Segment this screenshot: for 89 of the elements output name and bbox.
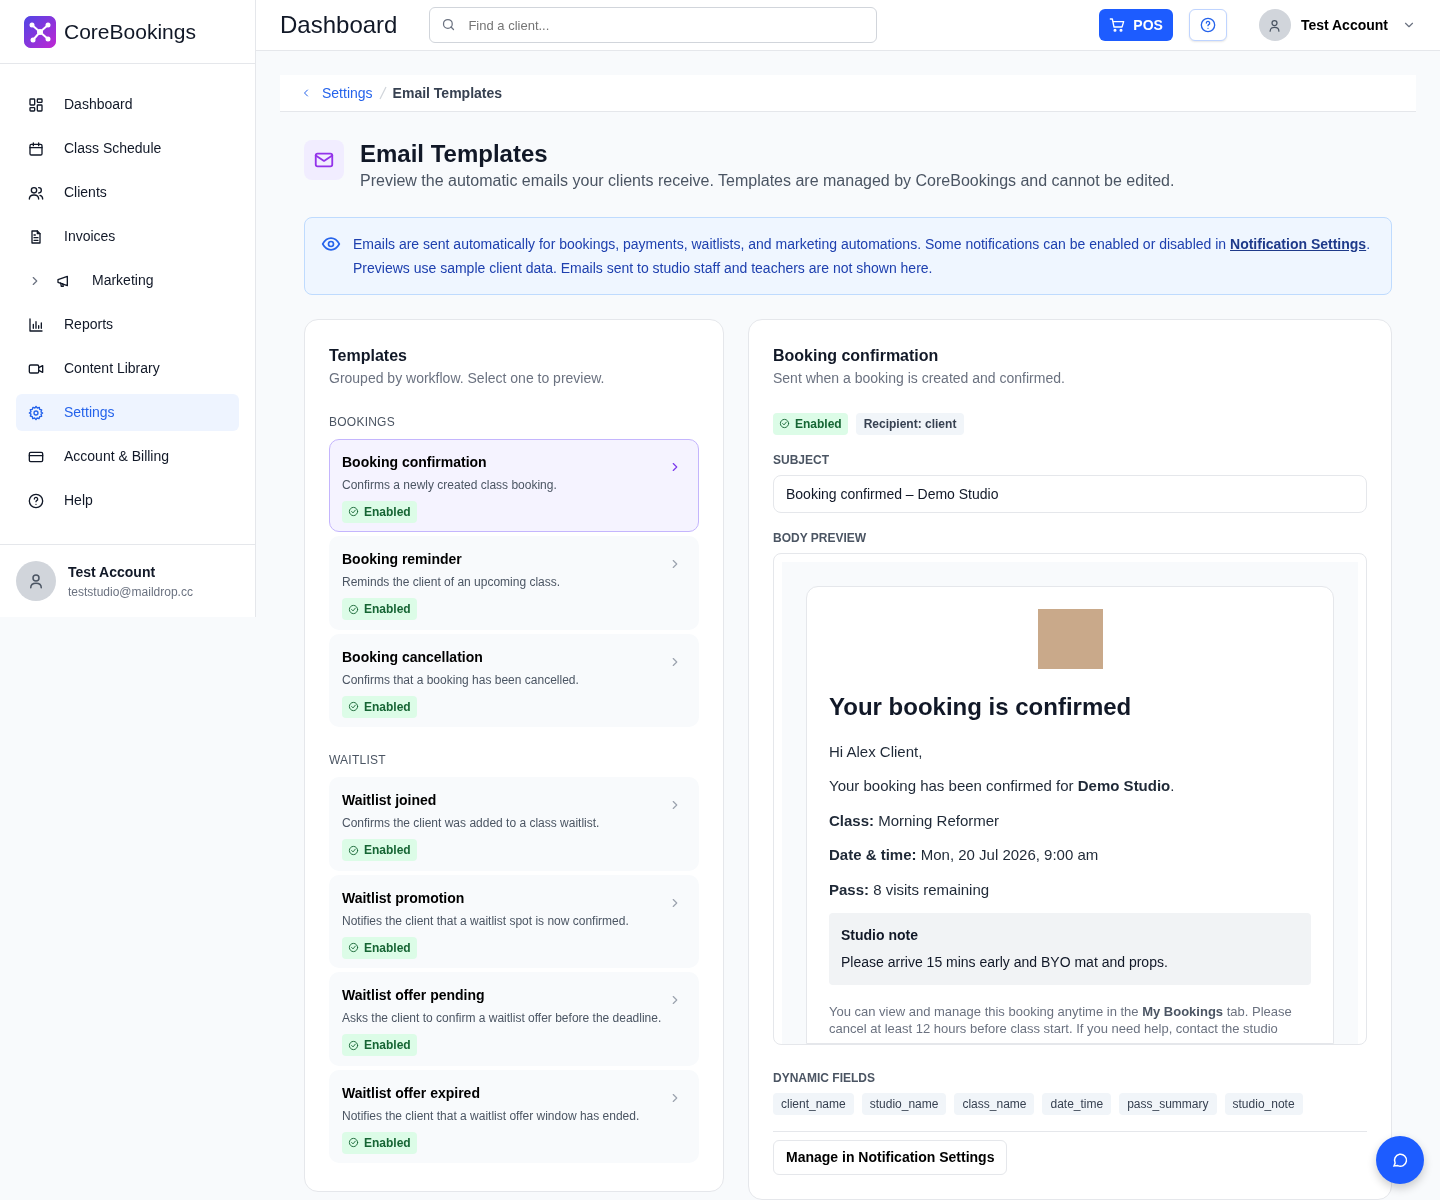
panel-title: Booking confirmation <box>773 345 940 366</box>
search-field[interactable]: Find a client... <box>429 7 878 44</box>
check-circle-icon <box>348 506 359 517</box>
status-badge: Enabled <box>773 412 848 435</box>
sidebar-item[interactable]: Reports <box>16 306 239 343</box>
email-text: Date & time: Mon, 20 Jul 2026, 9:00 am <box>829 845 1100 865</box>
page-subtitle: Preview the automatic emails your clients receive. Templates are managed by CoreBookings and cannot be edited. <box>360 170 1175 191</box>
panel-subtitle: Grouped by workflow. Select one to preview. <box>329 368 606 388</box>
help-icon <box>1199 17 1216 34</box>
note-title: Studio note <box>841 926 919 945</box>
help-icon <box>28 492 44 509</box>
template-item[interactable]: Waitlist offer pending Asks the client to confirm a waitlist offer before the deadline. Enabled <box>329 972 699 1066</box>
photo-placeholder <box>1037 608 1103 669</box>
recipient-tag: Recipient: client <box>855 412 965 435</box>
email-text: Pass: 8 visits remaining <box>829 879 991 900</box>
email-heading: Your booking is confirmed <box>829 691 1133 722</box>
sidebar-item[interactable]: Dashboard <box>16 86 239 123</box>
group-label: BOOKINGS <box>329 413 396 431</box>
template-item[interactable]: Waitlist joined Confirms the client was added to a class waitlist. Enabled <box>329 777 699 871</box>
breadcrumb-separator-icon <box>378 86 387 101</box>
template-item[interactable]: Waitlist promotion Notifies the client that a waitlist spot is now confirmed. Enabled <box>329 874 699 968</box>
status-badge: Enabled <box>342 598 417 620</box>
grid-icon <box>28 96 44 113</box>
cart-icon <box>1109 17 1126 34</box>
field-tag: studio_note <box>1224 1093 1303 1115</box>
status-badge: Enabled <box>342 1034 417 1056</box>
check-circle-icon <box>348 701 359 712</box>
group-label: WAITLIST <box>329 752 387 769</box>
status-badge: Enabled <box>342 500 417 523</box>
sidebar-item[interactable]: Marketing <box>16 262 239 299</box>
field-tag: pass_summary <box>1119 1093 1217 1115</box>
field-label: BODY PREVIEW <box>773 529 868 547</box>
brand-name: CoreBookings <box>64 18 196 45</box>
chat-button[interactable] <box>1376 1136 1424 1184</box>
check-circle-icon <box>348 603 359 615</box>
user-email: teststudio@maildrop.cc <box>68 583 193 601</box>
email-text: Class: Morning Reformer <box>829 810 1001 831</box>
note-text: Please arrive 15 mins early and BYO mat and props. <box>841 953 1169 972</box>
template-item[interactable]: Waitlist offer expired Notifies the client that a waitlist offer window has ended. Enabled <box>329 1069 699 1163</box>
settings-icon <box>28 404 44 421</box>
sidebar-item[interactable]: Content Library <box>16 350 239 387</box>
breadcrumb-current: Email Templates <box>392 83 503 103</box>
sidebar-item[interactable]: Invoices <box>16 218 239 255</box>
template-item[interactable]: Booking reminder Reminds the client of an upcoming class. Enabled <box>329 536 699 630</box>
status-badge: Enabled <box>342 936 417 959</box>
info-text: Emails are sent automatically for bookings, payments, waitlists, and marketing automations. Some notifications can be enabled or disabled in Notification Settings. Previews use sample client data. Emails sent to studio staff and teachers are not shown here. <box>353 234 1372 278</box>
field-label: DYNAMIC FIELDS <box>773 1070 876 1087</box>
status-badge: Enabled <box>342 839 417 861</box>
email-text: Your booking has been confirmed for Demo Studio. <box>829 776 1176 796</box>
sidebar-item[interactable]: Help <box>16 482 239 519</box>
breadcrumb-link[interactable]: Settings <box>322 82 373 104</box>
status-badge: Enabled <box>342 695 417 718</box>
check-circle-icon <box>348 1039 359 1051</box>
panel-subtitle: Sent when a booking is created and confirmed. <box>773 368 1066 388</box>
account-menu[interactable]: Test Account <box>1258 9 1416 42</box>
email-footer-text: You can view and manage this booking anytime in the My Bookings tab. Please cancel at least 12 hours before class start. If you need help, contact the studio <box>829 1003 1293 1037</box>
check-circle-icon <box>348 844 359 856</box>
panel-title: Templates <box>329 345 408 366</box>
bar-chart-icon <box>28 316 44 333</box>
chat-icon <box>1391 1151 1409 1169</box>
field-tag: client_name <box>773 1093 854 1115</box>
users-icon <box>28 184 44 201</box>
subject-field[interactable]: Booking confirmed – Demo Studio <box>773 474 1367 513</box>
sidebar-item[interactable]: Clients <box>16 174 239 211</box>
sidebar-item[interactable]: Class Schedule <box>16 130 239 167</box>
user-icon <box>27 572 45 590</box>
document-icon <box>28 228 44 245</box>
logo-icon <box>24 15 56 48</box>
page-title: Email Templates <box>360 139 549 169</box>
status-badge: Enabled <box>342 1131 417 1154</box>
field-tag: date_time <box>1042 1093 1112 1115</box>
template-item[interactable]: Booking confirmation Confirms a newly created class booking. Enabled <box>329 438 699 532</box>
calendar-icon <box>28 140 44 157</box>
page-heading: Dashboard <box>280 10 398 40</box>
user-name: Test Account <box>68 562 157 582</box>
help-button[interactable] <box>1188 9 1227 42</box>
field-label: SUBJECT <box>773 451 830 469</box>
email-text: Hi Alex Client, <box>829 741 924 762</box>
field-tag: class_name <box>954 1093 1035 1115</box>
pos-button[interactable]: POS <box>1099 9 1173 42</box>
search-icon <box>441 17 457 33</box>
check-circle-icon <box>779 418 790 429</box>
sidebar-item[interactable]: Account & Billing <box>16 438 239 475</box>
check-circle-icon <box>348 942 359 953</box>
sidebar-item[interactable]: Settings <box>16 394 239 431</box>
field-tag: studio_name <box>861 1093 947 1115</box>
check-circle-icon <box>348 1137 359 1148</box>
manage-notifications-button[interactable]: Manage in Notification Settings <box>773 1140 1008 1175</box>
template-item[interactable]: Booking cancellation Confirms that a booking has been cancelled. Enabled <box>329 633 699 727</box>
